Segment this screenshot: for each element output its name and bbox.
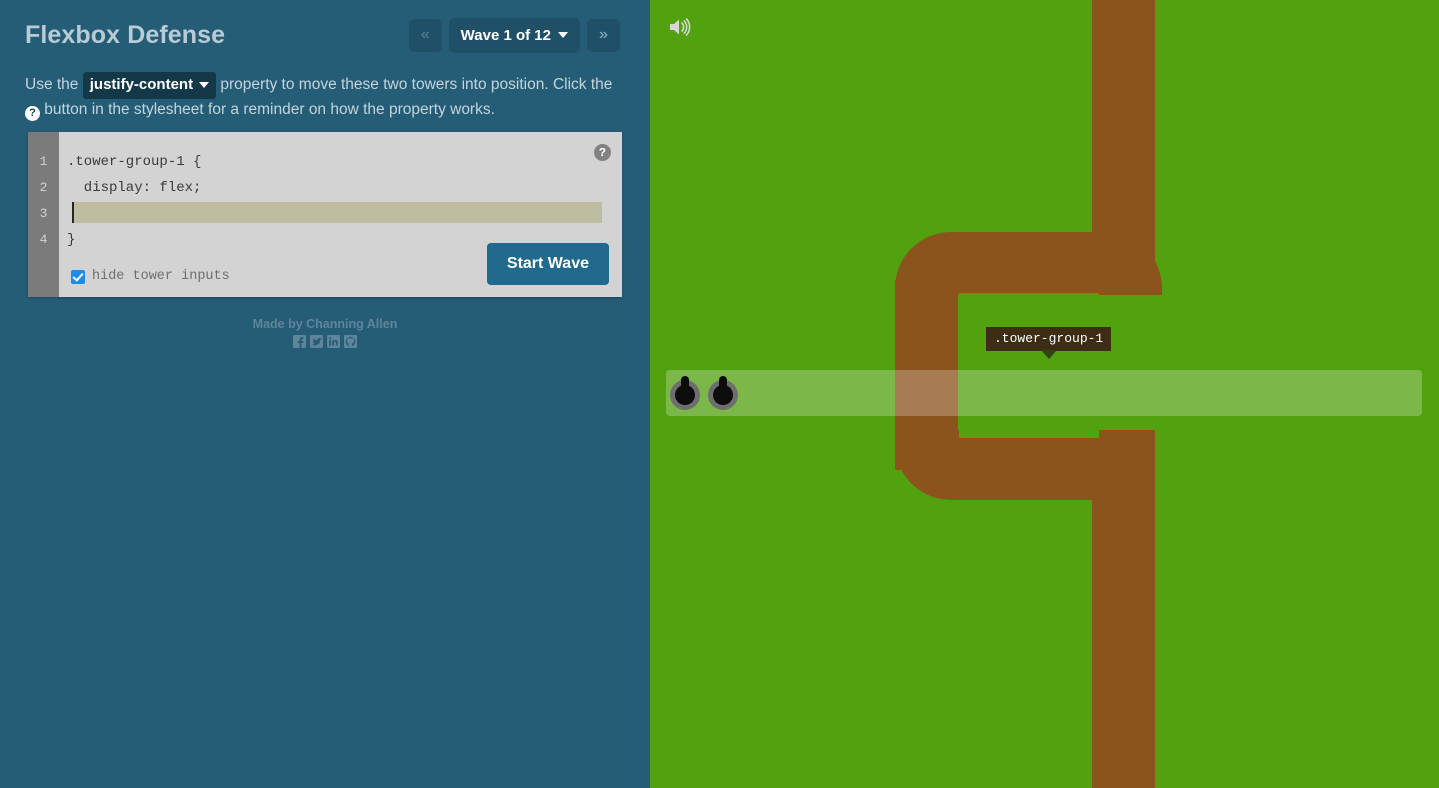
css-property-input[interactable] [72,202,602,223]
checkbox-label: hide tower inputs [92,269,230,284]
tower-turret [713,385,733,405]
instructions-tail: button in the stylesheet for a reminder … [40,100,495,118]
property-selector-label: justify-content [89,76,194,93]
line-number: 3 [39,206,48,221]
line-number: 1 [39,154,48,169]
tower-group-label: .tower-group-1 [986,327,1112,359]
github-icon[interactable] [344,335,357,348]
header: Flexbox Defense « Wave 1 of 12 » [25,14,620,56]
line-number: 4 [39,232,48,247]
page-title: Flexbox Defense [25,20,226,49]
code-area: .tower-group-1 { display: flex; } ? hide… [59,132,622,297]
control-panel: Flexbox Defense « Wave 1 of 12 » Use the… [0,0,650,788]
code-line: display: flex; [67,180,202,196]
editor-footer: hide tower inputs Start Wave [59,235,622,297]
grass-notch [959,293,1099,438]
start-wave-button[interactable]: Start Wave [486,243,609,285]
code-line: .tower-group-1 { [67,154,202,170]
stylesheet-editor: 1 2 3 4 .tower-group-1 { display: flex; … [28,132,622,297]
instructions-lead: Use the [25,76,83,93]
credits: Made by Channing Allen [0,317,650,348]
twitter-icon[interactable] [310,335,323,348]
app-root: Flexbox Defense « Wave 1 of 12 » Use the… [0,0,1439,788]
hide-tower-inputs-checkbox[interactable]: hide tower inputs [71,269,230,284]
tower-2[interactable] [708,376,742,410]
line-number: 2 [39,180,48,195]
speaker-on-icon[interactable] [667,14,693,40]
chevron-double-right-icon: » [599,26,608,43]
chevron-double-left-icon: « [420,26,430,43]
line-number-gutter: 1 2 3 4 [28,132,59,297]
facebook-icon[interactable] [293,335,306,348]
instructions-middle: property to move these two towers into p… [216,76,613,93]
label-pointer-icon [1040,350,1057,359]
previous-wave-button[interactable]: « [408,18,442,52]
wave-navigation: « Wave 1 of 12 » [408,17,620,53]
tower-1[interactable] [670,376,704,410]
wave-selector-dropdown[interactable]: Wave 1 of 12 [448,17,580,53]
social-links [0,335,650,348]
path-segment-bottom-vertical [1092,490,1155,788]
checkbox-icon [71,269,85,284]
help-icon: ? [25,105,40,121]
tower-group-label-text: .tower-group-1 [994,331,1104,346]
instructions-text: Use the justify-content property to move… [25,72,615,121]
wave-selector-label: Wave 1 of 12 [460,26,551,44]
chevron-down-icon [558,32,568,38]
credit-text: Made by Channing Allen [252,317,398,331]
tower-turret [675,385,695,405]
linkedin-icon[interactable] [327,335,340,348]
chevron-down-icon [199,81,210,88]
tower-group-1-container[interactable] [666,370,1422,416]
game-board[interactable]: .tower-group-1 [650,0,1439,788]
next-wave-button[interactable]: » [587,18,620,52]
property-selector-dropdown[interactable]: justify-content [82,72,217,99]
help-icon-button[interactable]: ? [594,144,611,161]
